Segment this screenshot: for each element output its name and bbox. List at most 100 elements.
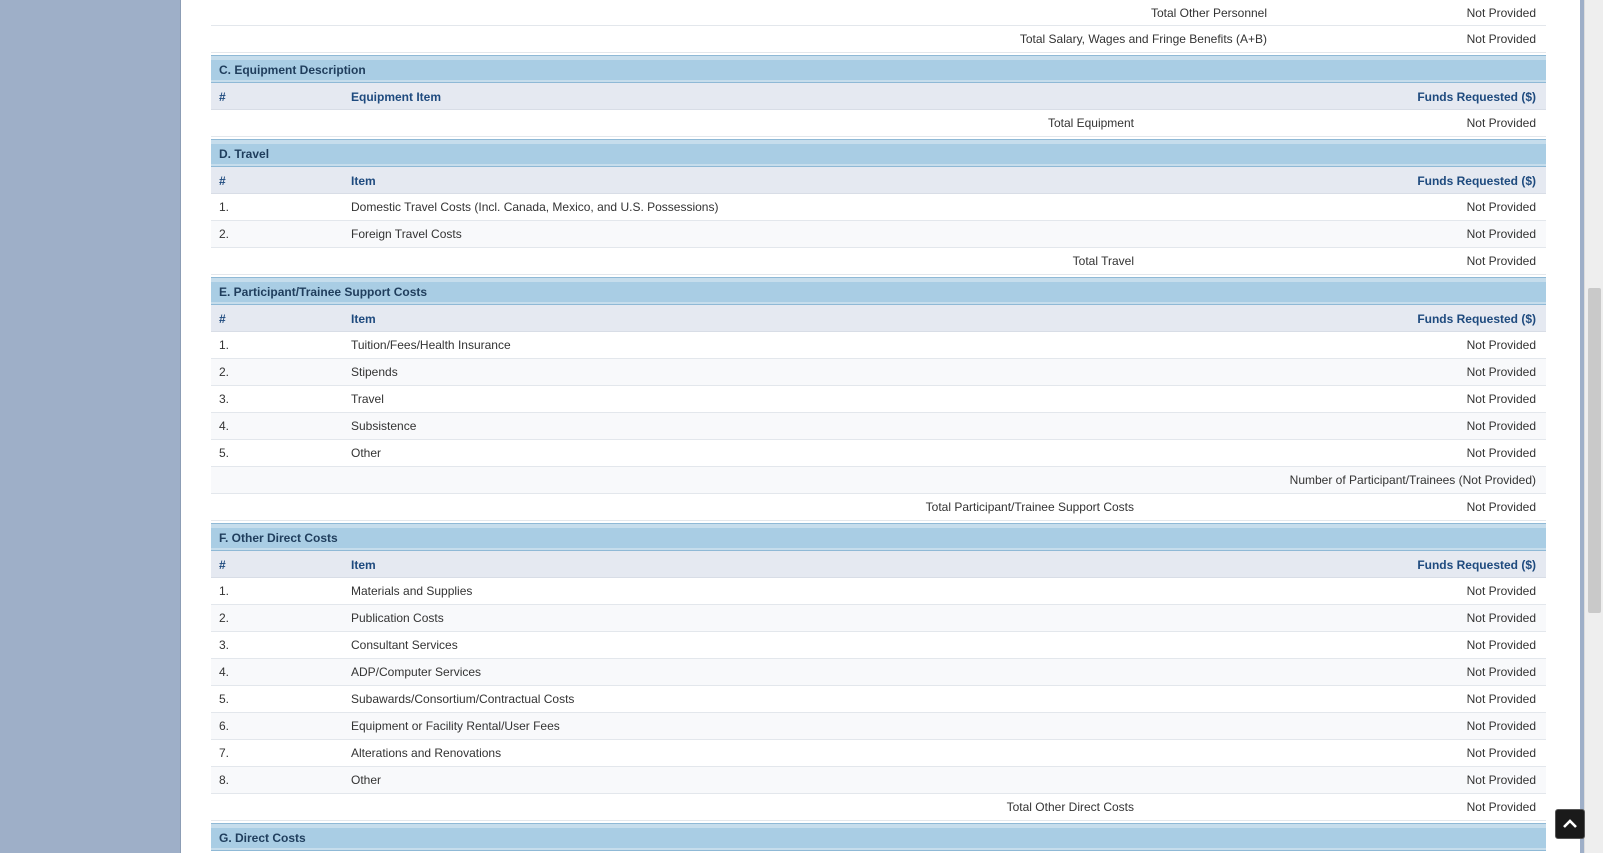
table-row: 1. Tuition/Fees/Health Insurance Not Pro… bbox=[211, 332, 1546, 359]
section-title: G. Direct Costs bbox=[219, 831, 306, 845]
section-header-other-direct: F. Other Direct Costs bbox=[211, 523, 1546, 551]
row-item: Other bbox=[351, 446, 382, 460]
total-value: Not Provided bbox=[1466, 254, 1536, 268]
section-header-direct: G. Direct Costs bbox=[211, 823, 1546, 851]
row-value: Not Provided bbox=[1466, 746, 1536, 760]
row-item: Stipends bbox=[351, 365, 398, 379]
total-participant-row: Total Participant/Trainee Support Costs … bbox=[211, 494, 1546, 521]
table-row: 5. Subawards/Consortium/Contractual Cost… bbox=[211, 686, 1546, 713]
row-number: 2. bbox=[219, 227, 230, 241]
total-value: Not Provided bbox=[1466, 32, 1536, 46]
row-item: Tuition/Fees/Health Insurance bbox=[351, 338, 511, 352]
row-item: Travel bbox=[351, 392, 384, 406]
total-value: Not Provided bbox=[1466, 500, 1536, 514]
column-header-num: # bbox=[219, 558, 226, 572]
row-item: Materials and Supplies bbox=[351, 584, 473, 598]
row-value: Not Provided bbox=[1466, 584, 1536, 598]
table-row: 5. Other Not Provided bbox=[211, 440, 1546, 467]
row-item: Alterations and Renovations bbox=[351, 746, 502, 760]
row-value: Not Provided bbox=[1466, 200, 1536, 214]
row-number: 2. bbox=[219, 611, 230, 625]
total-value: Not Provided bbox=[1466, 116, 1536, 130]
scrollbar-thumb[interactable] bbox=[1588, 288, 1601, 613]
column-header-row: # Item Funds Requested ($) bbox=[211, 551, 1546, 578]
column-header-row: # Item Funds Requested ($) bbox=[211, 305, 1546, 332]
column-header-num: # bbox=[219, 174, 226, 188]
row-item: ADP/Computer Services bbox=[351, 665, 482, 679]
total-value: Not Provided bbox=[1466, 6, 1536, 20]
table-row: 1. Domestic Travel Costs (Incl. Canada, … bbox=[211, 194, 1546, 221]
table-row: 2. Publication Costs Not Provided bbox=[211, 605, 1546, 632]
table-row: 1. Materials and Supplies Not Provided bbox=[211, 578, 1546, 605]
row-value: Not Provided bbox=[1466, 365, 1536, 379]
column-header-num: # bbox=[219, 90, 226, 104]
table-row: 3. Travel Not Provided bbox=[211, 386, 1546, 413]
row-number: 8. bbox=[219, 773, 230, 787]
row-item: Domestic Travel Costs (Incl. Canada, Mex… bbox=[351, 200, 719, 214]
row-value: Not Provided bbox=[1466, 446, 1536, 460]
total-label: Total Salary, Wages and Fringe Benefits … bbox=[1019, 32, 1267, 46]
vertical-scrollbar[interactable] bbox=[1584, 0, 1603, 853]
table-row: 6. Equipment or Facility Rental/User Fee… bbox=[211, 713, 1546, 740]
row-value: Not Provided bbox=[1466, 419, 1536, 433]
total-value: Not Provided bbox=[1466, 800, 1536, 814]
total-travel-row: Total Travel Not Provided bbox=[211, 248, 1546, 275]
column-header-funds: Funds Requested ($) bbox=[1417, 558, 1536, 572]
row-value: Not Provided bbox=[1466, 773, 1536, 787]
section-title: C. Equipment Description bbox=[219, 63, 366, 77]
column-header-item: Equipment Item bbox=[351, 90, 442, 104]
total-equipment-row: Total Equipment Not Provided bbox=[211, 110, 1546, 137]
participants-count: Number of Participant/Trainees (Not Prov… bbox=[1289, 473, 1536, 487]
row-number: 4. bbox=[219, 665, 230, 679]
row-number: 1. bbox=[219, 338, 230, 352]
row-value: Not Provided bbox=[1466, 692, 1536, 706]
table-row: 2. Foreign Travel Costs Not Provided bbox=[211, 221, 1546, 248]
row-number: 1. bbox=[219, 584, 230, 598]
chevron-up-icon bbox=[1563, 819, 1577, 828]
row-item: Foreign Travel Costs bbox=[351, 227, 462, 241]
row-item: Consultant Services bbox=[351, 638, 458, 652]
total-other-direct-row: Total Other Direct Costs Not Provided bbox=[211, 794, 1546, 821]
row-item: Subawards/Consortium/Contractual Costs bbox=[351, 692, 575, 706]
row-number: 4. bbox=[219, 419, 230, 433]
row-number: 2. bbox=[219, 365, 230, 379]
row-number: 3. bbox=[219, 392, 230, 406]
row-value: Not Provided bbox=[1466, 392, 1536, 406]
row-value: Not Provided bbox=[1466, 665, 1536, 679]
row-value: Not Provided bbox=[1466, 638, 1536, 652]
column-header-item: Item bbox=[351, 174, 376, 188]
row-number: 5. bbox=[219, 692, 230, 706]
column-header-num: # bbox=[219, 312, 226, 326]
section-header-travel: D. Travel bbox=[211, 139, 1546, 167]
back-to-top-button[interactable] bbox=[1555, 809, 1585, 839]
row-number: 6. bbox=[219, 719, 230, 733]
row-value: Not Provided bbox=[1466, 227, 1536, 241]
column-header-funds: Funds Requested ($) bbox=[1417, 174, 1536, 188]
row-item: Publication Costs bbox=[351, 611, 444, 625]
column-header-item: Item bbox=[351, 312, 376, 326]
table-row: 7. Alterations and Renovations Not Provi… bbox=[211, 740, 1546, 767]
table-row: 8. Other Not Provided bbox=[211, 767, 1546, 794]
row-value: Not Provided bbox=[1466, 338, 1536, 352]
main-content: Total Other Personnel Not Provided Total… bbox=[180, 0, 1580, 853]
table-row: 4. ADP/Computer Services Not Provided bbox=[211, 659, 1546, 686]
section-title: D. Travel bbox=[219, 147, 270, 161]
column-header-funds: Funds Requested ($) bbox=[1417, 312, 1536, 326]
column-header-row: # Item Funds Requested ($) bbox=[211, 167, 1546, 194]
row-item: Subsistence bbox=[351, 419, 417, 433]
section-title: F. Other Direct Costs bbox=[219, 531, 338, 545]
section-title: E. Participant/Trainee Support Costs bbox=[219, 285, 428, 299]
section-header-equipment: C. Equipment Description bbox=[211, 55, 1546, 83]
total-label: Total Travel bbox=[1072, 254, 1134, 268]
table-row: 3. Consultant Services Not Provided bbox=[211, 632, 1546, 659]
row-item: Other bbox=[351, 773, 382, 787]
row-number: 7. bbox=[219, 746, 230, 760]
total-label: Total Other Personnel bbox=[1150, 6, 1267, 20]
total-label: Total Equipment bbox=[1047, 116, 1134, 130]
participants-count-row: Number of Participant/Trainees (Not Prov… bbox=[211, 467, 1546, 494]
total-label: Total Participant/Trainee Support Costs bbox=[925, 500, 1134, 514]
row-number: 1. bbox=[219, 200, 230, 214]
total-label: Total Other Direct Costs bbox=[1006, 800, 1134, 814]
budget-table: Total Other Personnel Not Provided Total… bbox=[211, 0, 1546, 851]
row-number: 3. bbox=[219, 638, 230, 652]
